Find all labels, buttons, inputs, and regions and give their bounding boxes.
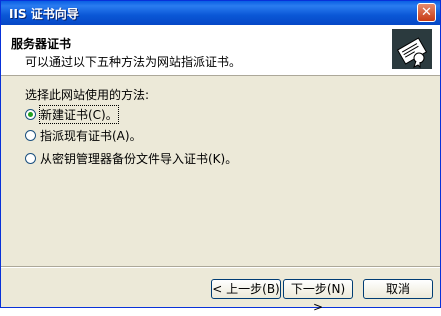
wizard-content: 选择此网站使用的方法: 新建证书(C)。 指派现有证书(A)。 从密钥管理器备份… [1, 76, 440, 266]
next-button[interactable]: 下一步(N) > [283, 279, 353, 314]
back-button[interactable]: < 上一步(B) [211, 279, 281, 299]
option-new-certificate[interactable]: 新建证书(C)。 [25, 104, 119, 124]
option-assign-existing-label[interactable]: 指派现有证书(A)。 [40, 127, 142, 144]
option-import-backup[interactable]: 从密钥管理器备份文件导入证书(K)。 [25, 149, 237, 167]
wizard-header: 服务器证书 可以通过以下五种方法为网站指派证书。 [1, 25, 440, 76]
window-title: IIS 证书向导 [9, 7, 79, 21]
option-import-backup-label[interactable]: 从密钥管理器备份文件导入证书(K)。 [40, 150, 237, 167]
cancel-button[interactable]: 取消 [363, 279, 433, 299]
radio-assign-existing[interactable] [25, 129, 36, 141]
footer-separator [1, 266, 440, 268]
option-new-certificate-label[interactable]: 新建证书(C)。 [39, 104, 119, 124]
title-bar[interactable]: IIS 证书向导 ✕ [1, 1, 440, 25]
option-assign-existing[interactable]: 指派现有证书(A)。 [25, 126, 142, 144]
certificate-icon [392, 29, 432, 69]
header-title: 服务器证书 [11, 37, 72, 51]
method-prompt: 选择此网站使用的方法: [25, 88, 150, 102]
header-subtitle: 可以通过以下五种方法为网站指派证书。 [25, 55, 242, 69]
radio-import-backup[interactable] [25, 152, 36, 164]
close-button[interactable]: ✕ [417, 3, 436, 22]
wizard-window: IIS 证书向导 ✕ 服务器证书 可以通过以下五种方法为网站指派证书。 选择此网… [0, 0, 441, 314]
radio-new-certificate[interactable] [25, 108, 36, 120]
